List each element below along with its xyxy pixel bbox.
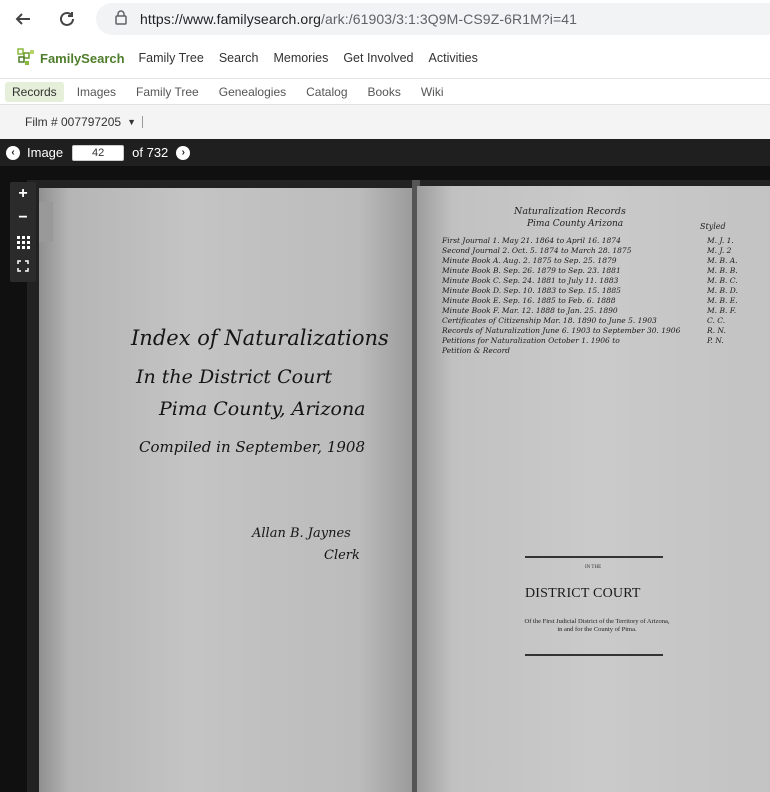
record-abbr: M. J. 2	[707, 246, 732, 255]
record-row: Minute Book D. Sep. 10. 1883 to Sep. 15.…	[442, 286, 621, 295]
url-text: https://www.familysearch.org/ark:/61903/…	[140, 11, 577, 27]
record-row: Second Journal 2. Oct. 5. 1874 to March …	[442, 246, 632, 255]
doc-signature: Allan B. Jaynes	[252, 526, 351, 541]
record-row: Minute Book C. Sep. 24. 1881 to July 11.…	[442, 276, 619, 285]
nav-family-tree[interactable]: Family Tree	[139, 51, 204, 65]
nav-search[interactable]: Search	[219, 51, 259, 65]
image-total: of 732	[132, 145, 169, 160]
tree-logo-icon	[17, 48, 34, 65]
nav-get-involved[interactable]: Get Involved	[343, 51, 413, 65]
court-title: DISTRICT COURT	[525, 586, 641, 601]
record-abbr: M. B. B.	[707, 266, 738, 275]
image-label: Image	[27, 145, 64, 160]
archive-tab	[39, 202, 53, 242]
record-row: Records of Naturalization June 6. 1903 t…	[442, 326, 681, 335]
grid-icon[interactable]	[10, 230, 36, 254]
zoom-out-icon[interactable]: −	[10, 206, 36, 230]
document-right-page: Naturalization Records Pima County Arizo…	[417, 186, 770, 792]
subnav-records[interactable]: Records	[5, 81, 64, 102]
doc-compiled-line: Compiled in September, 1908	[139, 438, 365, 456]
doc-county-line: Pima County, Arizona	[159, 398, 366, 420]
divider	[525, 556, 663, 558]
record-row: Certificates of Citizenship Mar. 18. 189…	[442, 316, 657, 325]
records-title: Naturalization Records	[514, 206, 626, 217]
image-viewer[interactable]: Index of Naturalizations In the District…	[0, 166, 770, 792]
court-in-label: IN THE	[585, 565, 602, 570]
image-number-input[interactable]	[72, 144, 125, 161]
record-abbr: R. N.	[707, 326, 726, 335]
doc-signature-title: Clerk	[324, 548, 360, 563]
record-abbr: M. J. 1.	[707, 236, 734, 245]
sub-nav: Records Images Family Tree Genealogies C…	[0, 78, 770, 105]
subnav-family-tree[interactable]: Family Tree	[129, 82, 206, 102]
record-abbr: M. B. A.	[707, 256, 738, 265]
logo-text: FamilySearch	[40, 50, 125, 66]
next-image-icon[interactable]: ›	[176, 145, 191, 160]
doc-court-line: In the District Court	[136, 366, 333, 388]
back-arrow-icon[interactable]	[6, 2, 40, 36]
record-row: Petition & Record	[442, 346, 510, 355]
nav-memories[interactable]: Memories	[273, 51, 328, 65]
previous-image-icon[interactable]: ‹	[6, 145, 20, 160]
film-number[interactable]: Film # 007797205	[25, 115, 121, 129]
zoom-in-icon[interactable]: +	[10, 182, 36, 206]
record-abbr: C. C.	[707, 316, 726, 325]
document-left-page: Index of Naturalizations In the District…	[39, 188, 414, 792]
record-row: Minute Book F. Mar. 12. 1888 to Jan. 25.…	[442, 306, 618, 315]
subnav-images[interactable]: Images	[70, 82, 123, 102]
record-row: Minute Book E. Sep. 16. 1885 to Feb. 6. …	[442, 296, 616, 305]
subnav-books[interactable]: Books	[361, 82, 408, 102]
record-row: First Journal 1. May 21. 1864 to April 1…	[442, 236, 621, 245]
record-row: Minute Book A. Aug. 2. 1875 to Sep. 25. …	[442, 256, 617, 265]
url-path: /ark:/61903/3:1:3Q9M-CS9Z-6R1M?i=41	[320, 11, 577, 27]
nav-activities[interactable]: Activities	[429, 51, 478, 65]
record-row: Minute Book B. Sep. 26. 1879 to Sep. 23.…	[442, 266, 621, 275]
doc-title-line: Index of Naturalizations	[131, 326, 389, 350]
browser-toolbar: https://www.familysearch.org/ark:/61903/…	[0, 0, 770, 38]
zoom-controls: + −	[10, 182, 36, 282]
fullscreen-icon[interactable]	[10, 254, 36, 278]
site-header: FamilySearch Family Tree Search Memories…	[0, 38, 770, 78]
familysearch-logo[interactable]: FamilySearch	[16, 47, 125, 69]
record-abbr: P. N.	[707, 336, 724, 345]
divider	[142, 116, 143, 128]
records-subtitle: Pima County Arizona	[527, 219, 624, 229]
subnav-catalog[interactable]: Catalog	[299, 82, 354, 102]
url-host: https://www.familysearch.org	[140, 11, 321, 27]
styled-label: Styled	[700, 222, 726, 231]
subnav-wiki[interactable]: Wiki	[414, 82, 451, 102]
divider	[525, 654, 663, 656]
lock-icon[interactable]	[114, 9, 128, 30]
main-nav: Family Tree Search Memories Get Involved…	[139, 51, 493, 65]
record-abbr: M. B. F.	[707, 306, 737, 315]
record-abbr: M. B. E.	[707, 296, 738, 305]
court-description: Of the First Judicial District of the Te…	[524, 618, 670, 633]
document-image: Index of Naturalizations In the District…	[27, 180, 770, 792]
address-bar[interactable]: https://www.familysearch.org/ark:/61903/…	[96, 3, 770, 35]
image-viewer-toolbar: ‹ Image of 732 ›	[0, 139, 770, 166]
record-row: Petitions for Naturalization October 1. …	[442, 336, 620, 345]
record-abbr: M. B. C.	[707, 276, 738, 285]
record-abbr: M. B. D.	[707, 286, 738, 295]
chevron-down-icon[interactable]: ▼	[127, 117, 136, 127]
film-row: Film # 007797205 ▼	[0, 105, 770, 139]
reload-icon[interactable]	[50, 2, 84, 36]
subnav-genealogies[interactable]: Genealogies	[212, 82, 293, 102]
